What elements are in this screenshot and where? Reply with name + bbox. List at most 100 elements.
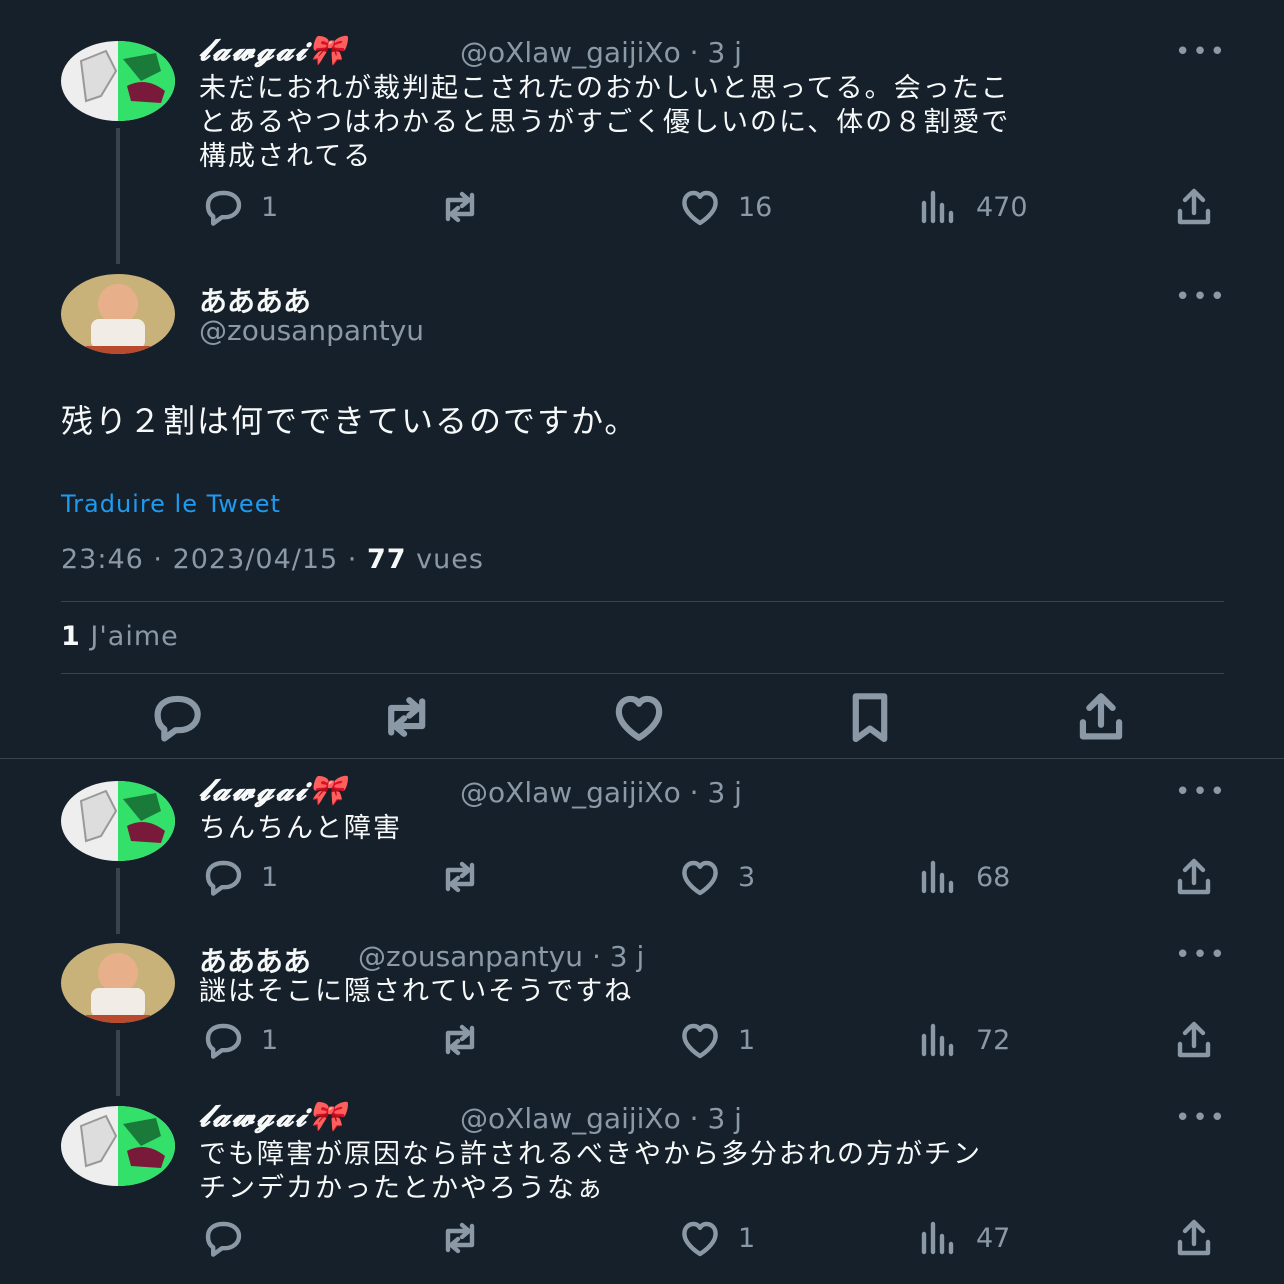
- like-count: 1: [738, 1024, 756, 1056]
- text-line: とあるやつはわかると思うがすごく優しいのに、体の８割愛で: [199, 107, 1011, 138]
- retweet-button[interactable]: [377, 686, 439, 752]
- retweet-icon: [377, 686, 439, 748]
- more-options-icon[interactable]: •••: [1175, 282, 1227, 312]
- views-button[interactable]: 470: [914, 183, 1028, 231]
- likes-label: J'aime: [90, 621, 179, 652]
- share-button[interactable]: [1170, 183, 1218, 231]
- retweet-button[interactable]: [437, 1214, 485, 1262]
- avatar-image: [61, 41, 175, 121]
- post-meta: 23:46 · 2023/04/15 · 77 vues: [61, 544, 484, 575]
- bookmark-button[interactable]: [839, 686, 901, 752]
- avatar-image: [61, 943, 175, 1023]
- post-text: でも障害が原因なら許されるべきやから多分おれの方がチン チンデカかったとかやろう…: [199, 1138, 1229, 1206]
- share-button[interactable]: [1170, 1214, 1218, 1262]
- post-date[interactable]: 2023/04/15: [173, 544, 339, 575]
- text-line: 未だにおれが裁判起こされたのおかしいと思ってる。会ったこ: [199, 73, 1010, 104]
- share-icon: [1170, 853, 1218, 901]
- author-handle[interactable]: @oXlaw_gaijiXo · 3 j: [460, 36, 742, 69]
- views-button[interactable]: 47: [914, 1214, 1010, 1262]
- share-button[interactable]: [1070, 686, 1132, 752]
- author-name[interactable]: 𝓵𝓪𝔀𝓰𝓪𝓲🎀: [199, 773, 347, 808]
- author-name[interactable]: ああああ: [199, 940, 311, 980]
- like-button[interactable]: 1: [676, 1214, 755, 1262]
- heart-icon: [676, 853, 724, 901]
- thread-line: [116, 868, 120, 934]
- reply-icon: [199, 183, 247, 231]
- author-handle[interactable]: @oXlaw_gaijiXo · 3 j: [460, 1102, 742, 1135]
- share-icon: [1170, 183, 1218, 231]
- more-options-icon[interactable]: •••: [1175, 1103, 1227, 1133]
- post-time[interactable]: · 3 j: [690, 776, 742, 809]
- more-options-icon[interactable]: •••: [1175, 940, 1227, 970]
- author-name[interactable]: 𝓵𝓪𝔀𝓰𝓪𝓲🎀: [199, 33, 347, 68]
- author-handle[interactable]: @zousanpantyu · 3 j: [358, 940, 644, 973]
- more-options-icon[interactable]: •••: [1175, 777, 1227, 807]
- post-time[interactable]: · 3 j: [592, 940, 644, 973]
- retweet-icon: [437, 853, 485, 901]
- meta-separator: ·: [153, 544, 173, 575]
- reply-button[interactable]: 1: [199, 853, 278, 901]
- retweet-button[interactable]: [437, 183, 485, 231]
- handle-text: @oXlaw_gaijiXo: [460, 1102, 681, 1135]
- view-count: 47: [976, 1222, 1011, 1254]
- like-button[interactable]: 16: [676, 183, 772, 231]
- avatar[interactable]: [61, 781, 175, 861]
- post-text: 未だにおれが裁判起こされたのおかしいと思ってる。会ったこ とあるやつはわかると思…: [199, 72, 1229, 174]
- text-line: 謎はそこに隠されていそうですね: [199, 976, 634, 1007]
- avatar-image: [61, 1106, 175, 1186]
- post-text: ちんちんと障害: [199, 812, 402, 846]
- main-post-text: 残り２割は何でできているのですか。: [61, 402, 639, 440]
- views-button[interactable]: 72: [914, 1016, 1010, 1064]
- like-button[interactable]: 1: [676, 1016, 755, 1064]
- author-handle[interactable]: @zousanpantyu: [199, 314, 424, 347]
- heart-icon: [608, 686, 670, 748]
- avatar-image: [61, 781, 175, 861]
- retweet-button[interactable]: [437, 1016, 485, 1064]
- avatar-image: [61, 274, 175, 354]
- author-name[interactable]: 𝓵𝓪𝔀𝓰𝓪𝓲🎀: [199, 1099, 347, 1134]
- bookmark-icon: [839, 686, 901, 748]
- reply-count: 1: [261, 861, 279, 893]
- author-handle[interactable]: @oXlaw_gaijiXo · 3 j: [460, 776, 742, 809]
- post-time[interactable]: · 3 j: [690, 36, 742, 69]
- likes-summary[interactable]: 1 J'aime: [61, 621, 179, 652]
- views-icon: [914, 853, 962, 901]
- reply-icon: [199, 853, 247, 901]
- divider: [61, 601, 1224, 602]
- avatar[interactable]: [61, 274, 175, 354]
- view-count: 68: [976, 861, 1011, 893]
- share-icon: [1070, 686, 1132, 748]
- handle-text: @oXlaw_gaijiXo: [460, 36, 681, 69]
- avatar[interactable]: [61, 41, 175, 121]
- reply-icon: [199, 1016, 247, 1064]
- reply-button[interactable]: 1: [199, 1016, 278, 1064]
- share-button[interactable]: [1170, 853, 1218, 901]
- like-count: 1: [738, 1222, 756, 1254]
- meta-separator: ·: [347, 544, 367, 575]
- view-count: 470: [976, 191, 1028, 223]
- retweet-icon: [437, 183, 485, 231]
- reply-button[interactable]: 1: [199, 183, 278, 231]
- translate-link[interactable]: Traduire le Tweet: [61, 490, 281, 518]
- text-line: でも障害が原因なら許されるべきやから多分おれの方がチン: [199, 1139, 982, 1170]
- views-button[interactable]: 68: [914, 853, 1010, 901]
- views-icon: [914, 183, 962, 231]
- share-button[interactable]: [1170, 1016, 1218, 1064]
- like-button[interactable]: [608, 686, 670, 752]
- retweet-icon: [437, 1016, 485, 1064]
- share-icon: [1170, 1016, 1218, 1064]
- more-options-icon[interactable]: •••: [1175, 37, 1227, 67]
- post-time[interactable]: · 3 j: [690, 1102, 742, 1135]
- reply-count: 1: [261, 1024, 279, 1056]
- heart-icon: [676, 1214, 724, 1262]
- avatar[interactable]: [61, 1106, 175, 1186]
- post-time[interactable]: 23:46: [61, 544, 144, 575]
- like-button[interactable]: 3: [676, 853, 755, 901]
- views-count: 77: [366, 544, 407, 575]
- text-line: 構成されてる: [199, 141, 373, 172]
- reply-button[interactable]: [146, 686, 208, 752]
- avatar[interactable]: [61, 943, 175, 1023]
- reply-count: 1: [261, 191, 279, 223]
- reply-button[interactable]: [199, 1214, 247, 1262]
- retweet-button[interactable]: [437, 853, 485, 901]
